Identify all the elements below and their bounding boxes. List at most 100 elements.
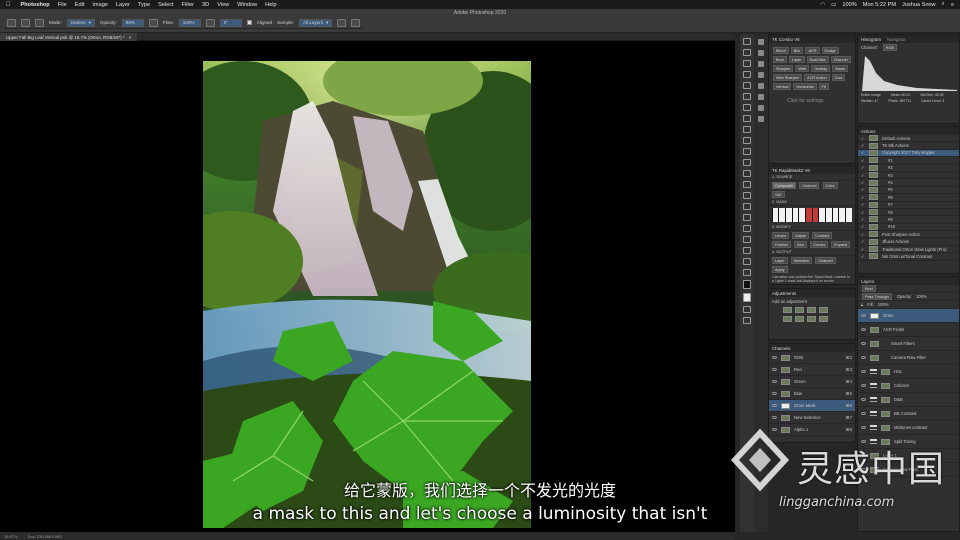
document-tab[interactable]: Upper Fall Big Leaf Vertical.psb @ 16.7%… (0, 33, 138, 41)
search-icon[interactable]: ⌕ (942, 1, 945, 8)
character-icon[interactable] (758, 83, 764, 89)
clone-stamp-icon[interactable] (21, 18, 30, 27)
lasso-tool-icon[interactable] (743, 60, 751, 67)
user-name[interactable]: Joshua Snow (902, 2, 936, 8)
visibility-eye-icon[interactable] (772, 416, 777, 419)
action-item[interactable]: ✓ TK Mk Actions (858, 142, 959, 150)
angle-field[interactable]: 0° (219, 18, 242, 27)
layer-row[interactable]: Colorize (858, 379, 959, 393)
clone-source-icon[interactable] (758, 72, 764, 78)
action-dialog-toggle[interactable] (869, 194, 878, 201)
properties-icon[interactable] (758, 50, 764, 56)
layer-opacity-value[interactable]: 100% (916, 294, 927, 299)
channel-row[interactable]: Blue ⌘5 (769, 388, 855, 400)
lum-key[interactable] (799, 208, 805, 222)
channel-row[interactable]: RGB ⌘2 (769, 352, 855, 364)
curves-adjust-icon[interactable] (807, 307, 816, 313)
visibility-eye-icon[interactable] (772, 404, 777, 407)
modify-adjust-button[interactable]: Adjust (792, 232, 809, 239)
app-menu[interactable]: Photoshop (17, 2, 54, 8)
action-check-icon[interactable]: ✓ (861, 239, 865, 244)
clock[interactable]: Mon 5:22 PM (863, 2, 896, 8)
action-check-icon[interactable]: ✓ (861, 195, 865, 200)
menu-image[interactable]: Image (88, 2, 112, 8)
menu-help[interactable]: Help (261, 2, 281, 8)
action-dialog-toggle[interactable] (869, 135, 878, 142)
action-check-icon[interactable]: ✓ (861, 202, 865, 207)
brush-tool-icon[interactable] (743, 126, 751, 133)
combo-button-web-sharpen[interactable]: Web Sharpen (773, 74, 803, 81)
modify-curves-button[interactable]: Curves (810, 241, 829, 248)
combo-button-blur[interactable]: Blur (790, 47, 804, 54)
action-check-icon[interactable]: ✓ (861, 217, 865, 222)
rectangle-tool-icon[interactable] (743, 236, 751, 243)
combo-button-acr-action[interactable]: ACR Action (804, 74, 830, 81)
action-dialog-toggle[interactable] (869, 223, 878, 230)
hue-sat-adjust-icon[interactable] (795, 316, 804, 322)
doc-info[interactable]: Doc: 230.1M/3.09G (28, 534, 63, 539)
background-color-icon[interactable] (743, 293, 751, 302)
action-dialog-toggle[interactable] (869, 142, 878, 149)
move-tool-icon[interactable] (743, 38, 751, 45)
combo-button-sharpen[interactable]: Sharpen (773, 65, 794, 72)
action-check-icon[interactable]: ✓ (861, 210, 865, 215)
visibility-eye-icon[interactable] (772, 368, 777, 371)
frame-tool-icon[interactable] (743, 93, 751, 100)
quick-mask-icon[interactable] (743, 306, 751, 313)
zoom-tool-icon[interactable] (743, 258, 751, 265)
action-check-icon[interactable]: ✓ (861, 224, 865, 229)
eyedropper-tool-icon[interactable] (743, 104, 751, 111)
action-dialog-toggle[interactable] (869, 149, 878, 156)
action-item[interactable]: ✓ Post Sharpen Action (858, 231, 959, 239)
swatches-icon[interactable] (758, 105, 764, 111)
action-item[interactable]: ✓ #3 (858, 172, 959, 180)
action-check-icon[interactable]: ✓ (861, 136, 865, 141)
menu-layer[interactable]: Layer (112, 2, 134, 8)
action-item[interactable]: ✓ #5 (858, 186, 959, 195)
combo-button-warm[interactable]: Warm (832, 65, 849, 72)
visibility-eye-icon[interactable] (861, 384, 866, 387)
menu-file[interactable]: File (54, 2, 71, 8)
lum-key[interactable] (845, 208, 852, 222)
pressure-opacity-icon[interactable] (148, 18, 158, 27)
modify-levels-button[interactable]: Levels (772, 232, 789, 239)
dodge-tool-icon[interactable] (743, 192, 751, 199)
action-dialog-toggle[interactable] (869, 216, 878, 223)
type-tool-icon[interactable] (743, 214, 751, 221)
history-icon[interactable] (758, 39, 764, 45)
zoom-level[interactable]: 16.67% (4, 534, 18, 539)
layer-row[interactable]: HSL (858, 365, 959, 379)
menu-select[interactable]: Select (154, 2, 178, 8)
brush-settings-icon[interactable] (758, 61, 764, 67)
channel-row[interactable]: New Selection ⌘7 (769, 412, 855, 424)
modify-contract-button[interactable]: Contract (811, 232, 833, 239)
lum-key-selected[interactable] (812, 208, 819, 222)
visibility-eye-icon[interactable] (861, 314, 866, 317)
menu-3d[interactable]: 3D (198, 2, 213, 8)
menu-edit[interactable]: Edit (71, 2, 89, 8)
source-tab-channel[interactable]: Channel (799, 182, 820, 189)
more-tools-icon[interactable] (743, 269, 751, 276)
lum-key[interactable] (839, 208, 845, 222)
action-dialog-toggle[interactable] (869, 246, 878, 253)
combo-button-dual-mask[interactable]: Dual Mas (806, 56, 829, 63)
pen-tool-icon[interactable] (743, 203, 751, 210)
lum-key[interactable] (825, 208, 832, 222)
menu-window[interactable]: Window (233, 2, 261, 8)
output-layer-button[interactable]: Layer (772, 257, 788, 264)
source-tab-color[interactable]: Color (822, 182, 838, 189)
action-dialog-toggle[interactable] (869, 172, 878, 179)
action-item[interactable]: ✓ #10 (858, 223, 959, 232)
hand-tool-icon[interactable] (743, 247, 751, 254)
layer-row[interactable]: Smart Filters (858, 337, 959, 351)
layer-fill-value[interactable]: 100% (878, 302, 889, 307)
apple-icon[interactable]:  (0, 2, 17, 8)
lum-key[interactable] (779, 208, 785, 222)
channel-row[interactable]: Orton Mask ⌘6 (769, 400, 855, 412)
action-item[interactable]: ✓ #4 (858, 179, 959, 187)
combo-button-layer[interactable]: Layer (789, 56, 805, 63)
action-item[interactable]: ✓ Traditional Orton Glow Lights (Pro) (858, 246, 959, 254)
visibility-eye-icon[interactable] (861, 342, 866, 345)
histogram-channel-select[interactable]: RGB (882, 43, 897, 51)
menu-list-icon[interactable]: ≡ (951, 2, 954, 8)
